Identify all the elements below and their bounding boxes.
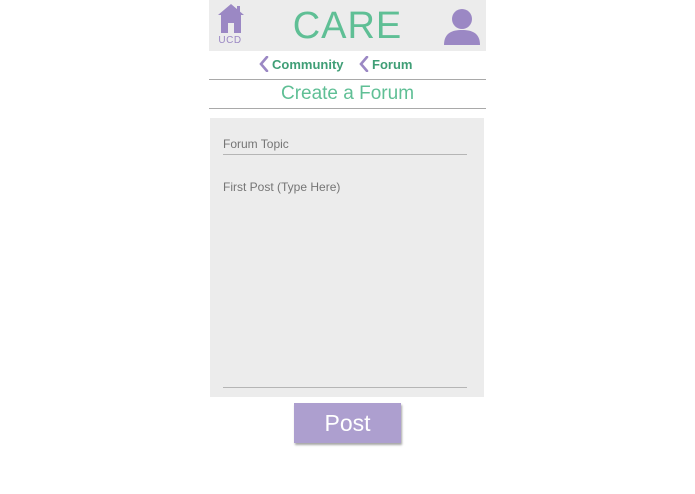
app-header: UCD CARE bbox=[209, 0, 486, 51]
profile-button[interactable] bbox=[442, 7, 482, 47]
post-button[interactable]: Post bbox=[294, 403, 401, 443]
breadcrumb-label: Forum bbox=[372, 56, 413, 72]
forum-topic-input[interactable] bbox=[223, 134, 467, 155]
divider bbox=[209, 79, 486, 80]
breadcrumb-forum[interactable]: Forum bbox=[359, 56, 412, 72]
user-icon bbox=[444, 9, 480, 45]
chevron-left-icon bbox=[259, 56, 269, 72]
chevron-left-icon bbox=[359, 56, 369, 72]
divider bbox=[209, 108, 486, 109]
breadcrumb: Community Forum bbox=[209, 52, 486, 78]
first-post-textarea[interactable] bbox=[223, 180, 467, 388]
breadcrumb-community[interactable]: Community bbox=[259, 56, 344, 72]
breadcrumb-label: Community bbox=[272, 56, 344, 72]
page-title: Create a Forum bbox=[280, 83, 415, 104]
create-forum-form bbox=[210, 118, 484, 397]
